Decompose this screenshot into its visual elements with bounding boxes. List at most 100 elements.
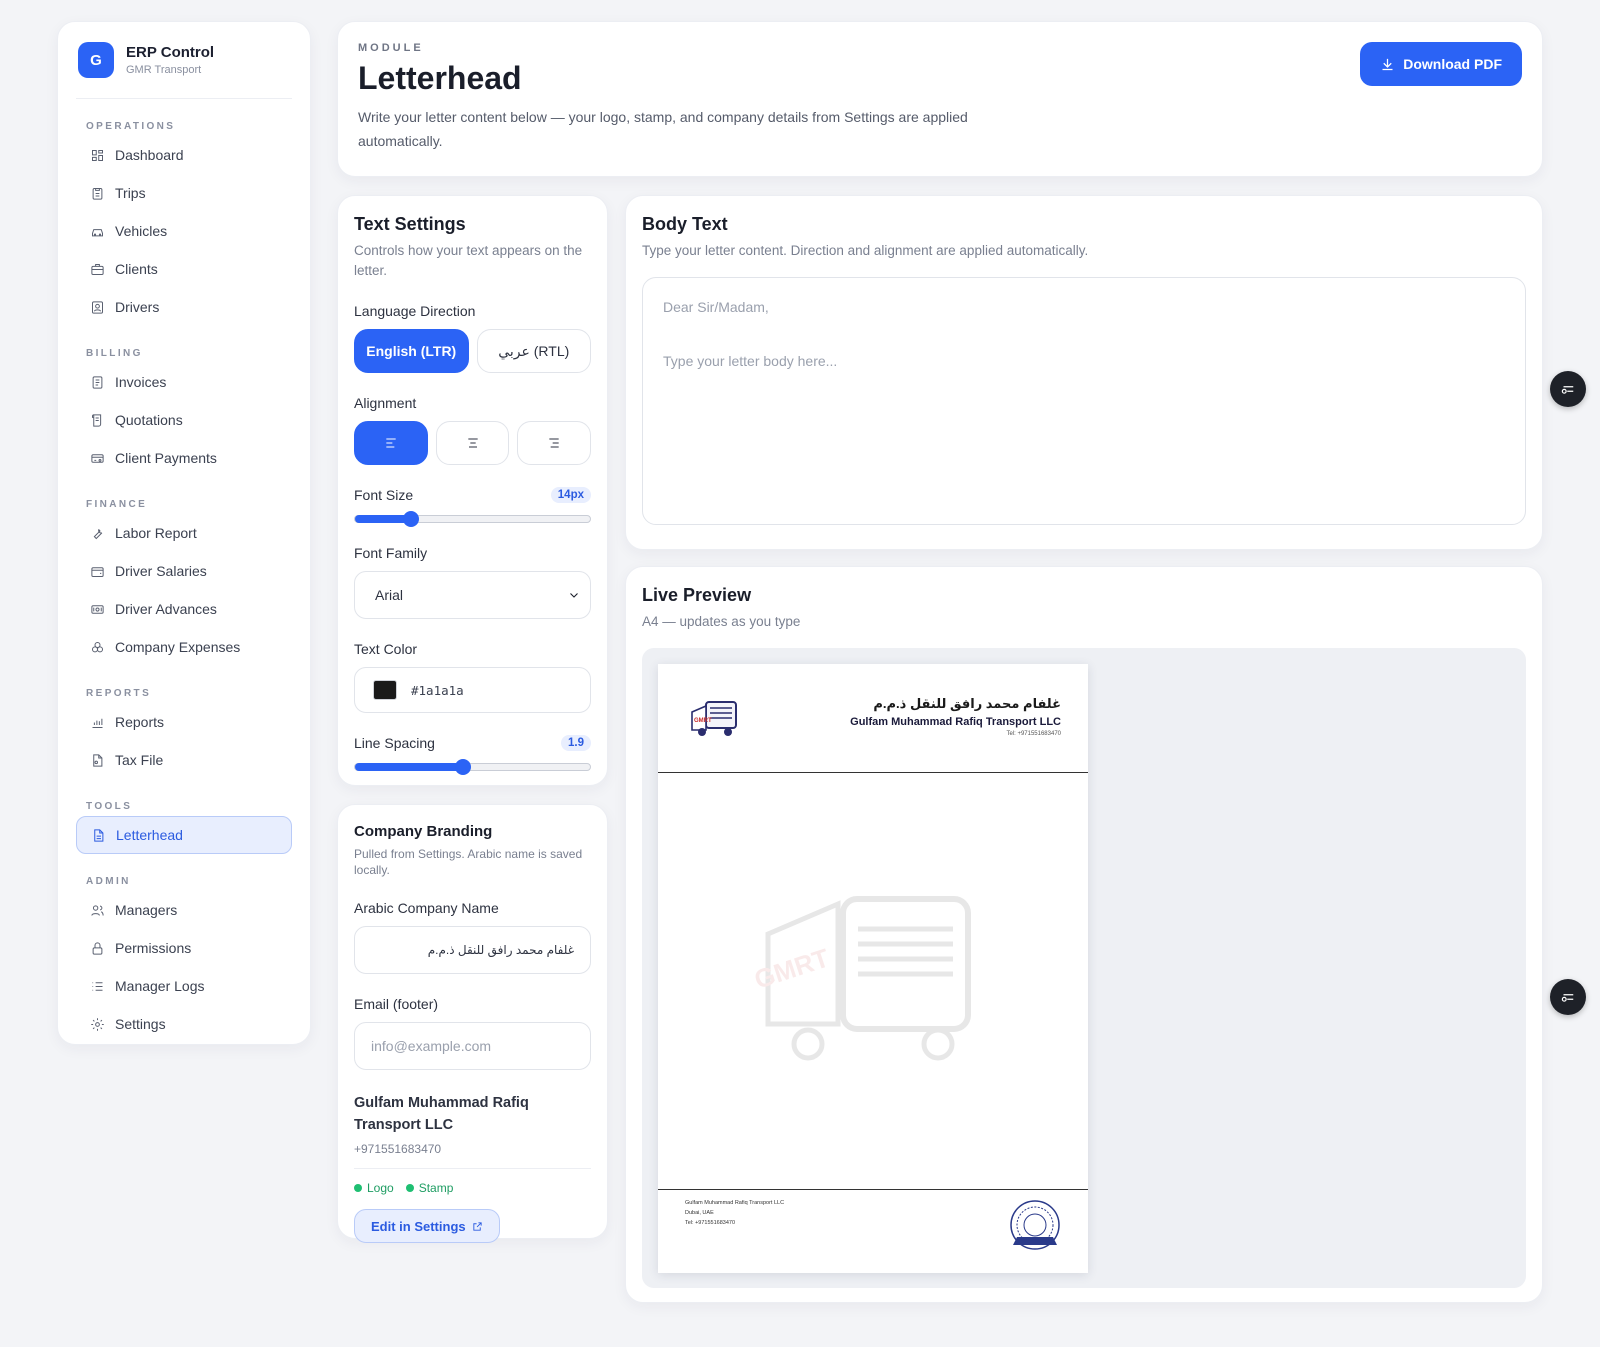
sidebar-item-label: Clients: [115, 261, 158, 277]
body-text-card: Body Text Type your letter content. Dire…: [625, 195, 1543, 550]
id-badge-icon: [92, 300, 103, 314]
font-family-label: Font Family: [354, 545, 428, 561]
text-color-hex: #1a1a1a: [411, 682, 464, 698]
align-right-button[interactable]: [517, 421, 592, 465]
body-text-textarea[interactable]: Dear Sir/Madam, Type your letter body he…: [642, 277, 1526, 525]
sidebar-item-trips[interactable]: Trips: [76, 174, 292, 212]
text-settings-subtitle: Controls how your text appears on the le…: [354, 243, 583, 278]
sidebar-item-label: Settings: [115, 1016, 166, 1032]
company-stamp-icon: [1010, 1200, 1060, 1250]
letter-page: GMRT غلفام محمد رافق للنقل ذ.م.م Gulfam …: [658, 664, 1088, 1273]
cash-icon: [91, 604, 104, 614]
font-size-slider[interactable]: [354, 511, 591, 527]
chart-icon: [92, 718, 103, 728]
text-settings-card: Text Settings Controls how your text app…: [337, 195, 608, 786]
sidebar-item-tax-file[interactable]: Tax File: [76, 741, 292, 779]
sidebar-item-company-expenses[interactable]: Company Expenses: [76, 628, 292, 666]
truck-logo-icon: GMRT: [691, 701, 737, 736]
brand-logo: G: [78, 42, 114, 78]
toggle-list-icon: [1561, 994, 1574, 1002]
letter-footer-text: Gulfam Muhammad Rafiq Transport LLC Duba…: [685, 1198, 784, 1228]
font-family-value: Arial: [375, 587, 404, 603]
sidebar-item-driver-advances[interactable]: Driver Advances: [76, 590, 292, 628]
footer-city: Dubai, UAE: [685, 1210, 714, 1216]
watermark-text: GMRT: [751, 942, 833, 994]
live-preview-title: Live Preview: [642, 585, 752, 605]
sidebar-item-managers[interactable]: Managers: [76, 891, 292, 929]
sidebar-item-quotations[interactable]: Quotations: [76, 401, 292, 439]
sidebar-item-clients[interactable]: Clients: [76, 250, 292, 288]
line-spacing-slider-fill: [355, 763, 464, 771]
font-size-slider-thumb[interactable]: [403, 511, 420, 527]
dashboard-icon: [92, 149, 103, 161]
font-family-select[interactable]: Arial: [354, 571, 591, 619]
sidebar-item-client-payments[interactable]: Client Payments: [76, 439, 292, 477]
direction-ltr-button[interactable]: English (LTR): [354, 329, 469, 373]
car-icon: [92, 228, 103, 236]
align-center-button[interactable]: [435, 421, 510, 465]
sidebar-item-vehicles[interactable]: Vehicles: [76, 212, 292, 250]
wrench-icon: [93, 528, 103, 539]
sidebar-item-permissions[interactable]: Permissions: [76, 929, 292, 967]
line-spacing-slider-thumb[interactable]: [455, 759, 472, 775]
sidebar-item-letterhead[interactable]: Letterhead: [76, 816, 292, 854]
brand-subtitle: GMR Transport: [126, 64, 202, 76]
sidebar-item-label: Quotations: [115, 412, 183, 428]
align-center-icon: [467, 438, 478, 448]
letter-company-arabic: غلفام محمد رافق للنقل ذ.م.م: [873, 696, 1061, 711]
text-color-input[interactable]: #1a1a1a: [354, 667, 591, 713]
download-icon: [1382, 58, 1393, 70]
sidebar-item-label: Manager Logs: [115, 978, 205, 994]
direction-rtl-button[interactable]: عربي (RTL): [476, 329, 591, 373]
alignment-toggle: [354, 421, 592, 465]
nav-section-billing: BILLING: [86, 348, 143, 359]
sidebar-item-label: Driver Advances: [115, 601, 217, 617]
sidebar-item-dashboard[interactable]: Dashboard: [76, 136, 292, 174]
chevron-down-icon: [570, 593, 578, 598]
nav-section-operations: OPERATIONS: [86, 121, 176, 132]
email-label: Email (footer): [354, 996, 439, 1012]
sidebar-item-reports[interactable]: Reports: [76, 703, 292, 741]
sidebar-item-labor-report[interactable]: Labor Report: [76, 514, 292, 552]
sidebar-item-label: Trips: [115, 185, 146, 201]
sidebar-nav: OPERATIONS Dashboard Trips Vehicles Clients D…: [76, 121, 292, 1043]
sidebar-item-label: Dashboard: [115, 147, 184, 163]
email-input[interactable]: info@example.com: [354, 1022, 591, 1070]
edit-in-settings-button[interactable]: Edit in Settings: [354, 1209, 500, 1243]
sidebar-item-manager-logs[interactable]: Manager Logs: [76, 967, 292, 1005]
direction-toggle: English (LTR) عربي (RTL): [354, 329, 591, 373]
edit-in-settings-label: Edit in Settings: [371, 1218, 466, 1234]
arabic-name-input[interactable]: غلفام محمد رافق للنقل ذ.م.م: [354, 926, 591, 974]
gear-icon: [91, 1017, 104, 1031]
download-pdf-label: Download PDF: [1403, 56, 1502, 72]
asset-status-row: Logo Stamp: [354, 1181, 591, 1195]
line-spacing-value: 1.9: [561, 735, 591, 751]
sidebar-item-label: Drivers: [115, 299, 160, 315]
placeholder-greeting: Dear Sir/Madam,: [663, 299, 769, 315]
sidebar-item-drivers[interactable]: Drivers: [76, 288, 292, 326]
letter-company-tel: Tel: +971551683470: [1006, 731, 1061, 737]
coins-icon: [92, 641, 103, 652]
nav-section-admin: ADMIN: [86, 876, 131, 887]
sidebar-item-label: Managers: [115, 902, 178, 918]
floating-toggle-button-2[interactable]: [1550, 979, 1586, 1015]
sidebar-item-label: Invoices: [115, 374, 167, 390]
sidebar-item-settings[interactable]: Settings: [76, 1005, 292, 1043]
text-settings-title: Text Settings: [354, 214, 466, 234]
company-branding-card: Company Branding Pulled from Settings. A…: [337, 804, 608, 1243]
stamp-status: Stamp: [405, 1181, 453, 1195]
line-spacing-slider[interactable]: [354, 759, 591, 775]
sidebar-item-invoices[interactable]: Invoices: [76, 363, 292, 401]
line-spacing-label: Line Spacing 1.9: [354, 735, 591, 751]
sidebar-item-label: Company Expenses: [115, 639, 241, 655]
align-left-button[interactable]: [354, 421, 428, 465]
logo-text: GMRT: [694, 718, 712, 724]
page-header: MODULE Letterhead Write your letter cont…: [337, 21, 1543, 177]
sidebar-item-driver-salaries[interactable]: Driver Salaries: [76, 552, 292, 590]
letter-company-english: Gulfam Muhammad Rafiq Transport LLC: [850, 716, 1061, 728]
text-color-swatch[interactable]: [373, 680, 397, 700]
truck-watermark-icon: GMRT: [751, 896, 971, 1061]
live-preview-card: Live Preview A4 — updates as you type GM…: [625, 566, 1543, 1303]
download-pdf-button[interactable]: Download PDF: [1360, 42, 1522, 86]
floating-toggle-button[interactable]: [1550, 371, 1586, 407]
